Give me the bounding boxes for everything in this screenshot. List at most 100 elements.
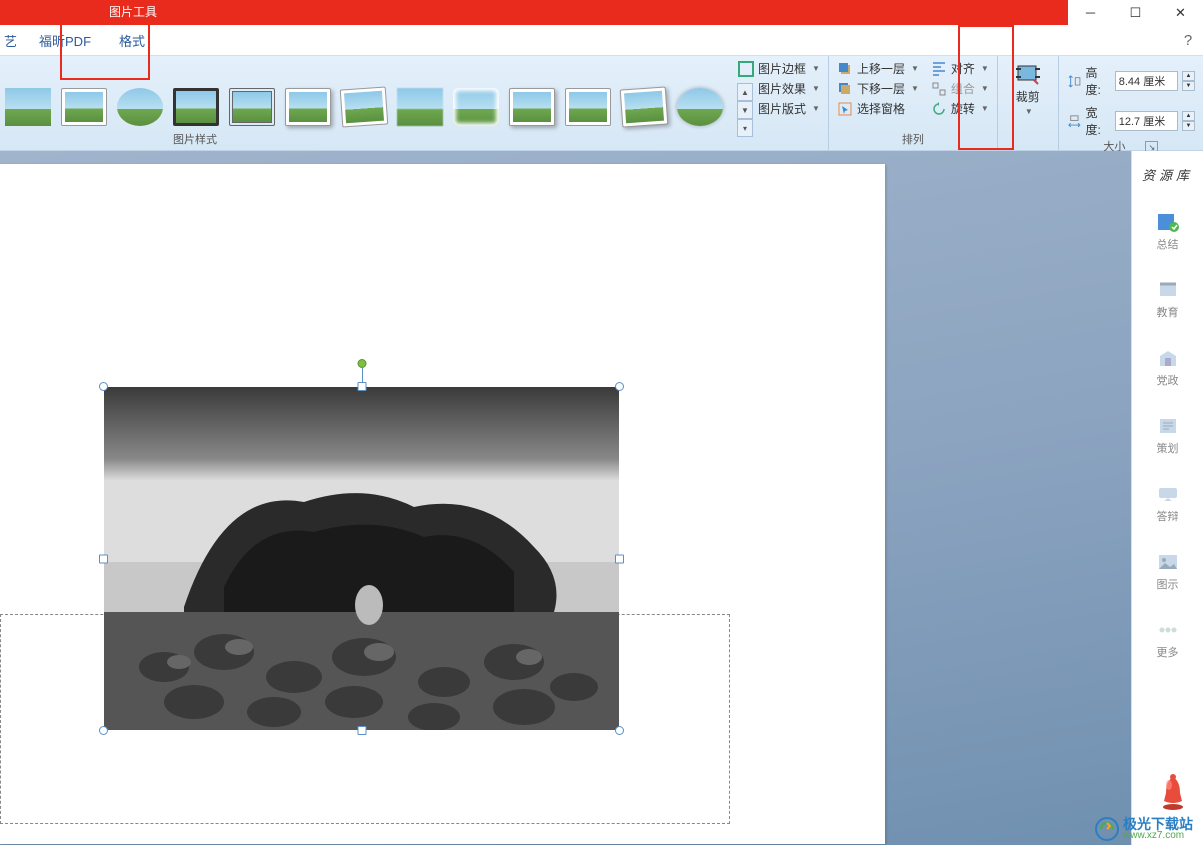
tab-partial[interactable]: 艺 bbox=[0, 25, 25, 55]
side-item-party[interactable]: 党政 bbox=[1132, 334, 1203, 402]
style-thumb-shadow-frame[interactable] bbox=[285, 88, 331, 126]
side-item-plan[interactable]: 策划 bbox=[1132, 402, 1203, 470]
party-icon bbox=[1156, 348, 1180, 368]
gallery-up-button[interactable]: ▲ bbox=[737, 83, 753, 101]
style-thumb-frame2[interactable] bbox=[565, 88, 611, 126]
resize-handle-br[interactable] bbox=[615, 726, 624, 735]
crop-section: 裁剪 ▼ bbox=[997, 56, 1058, 150]
height-up-button[interactable]: ▲ bbox=[1182, 71, 1195, 81]
side-label-education: 教育 bbox=[1157, 304, 1179, 320]
resize-handle-tl[interactable] bbox=[99, 382, 108, 391]
height-input[interactable]: 8.44 厘米 bbox=[1115, 71, 1178, 91]
border-icon bbox=[738, 61, 754, 77]
watermark-logo-icon bbox=[1095, 817, 1119, 841]
bring-forward-button[interactable]: 上移一层▼ bbox=[837, 60, 919, 77]
side-item-education[interactable]: 教育 bbox=[1132, 266, 1203, 334]
document-workspace bbox=[0, 151, 1131, 845]
side-label-summary: 总结 bbox=[1157, 236, 1179, 252]
bring-forward-label: 上移一层 bbox=[857, 60, 905, 77]
image-content bbox=[104, 387, 619, 730]
crop-label: 裁剪 bbox=[1016, 88, 1040, 105]
side-item-more[interactable]: 更多 bbox=[1132, 606, 1203, 674]
resize-handle-r[interactable] bbox=[615, 554, 624, 563]
height-down-button[interactable]: ▼ bbox=[1182, 81, 1195, 91]
selection-pane-icon bbox=[837, 101, 853, 117]
arrange-group-label: 排列 bbox=[837, 131, 989, 150]
resize-handle-l[interactable] bbox=[99, 554, 108, 563]
crop-icon bbox=[1014, 64, 1042, 86]
picture-border-label: 图片边框 bbox=[758, 60, 806, 77]
selected-image[interactable] bbox=[104, 387, 619, 730]
picture-styles-label: 图片样式 bbox=[0, 131, 390, 147]
style-thumb-soft[interactable] bbox=[397, 88, 443, 126]
height-spinner: ▲ ▼ bbox=[1182, 71, 1195, 91]
style-thumb-rounded[interactable] bbox=[453, 88, 499, 126]
notification-icon[interactable] bbox=[1158, 771, 1188, 811]
height-icon bbox=[1067, 73, 1082, 89]
side-item-gallery[interactable]: 图示 bbox=[1132, 538, 1203, 606]
style-thumb-black-frame[interactable] bbox=[173, 88, 219, 126]
width-input[interactable]: 12.7 厘米 bbox=[1115, 111, 1178, 131]
minimize-button[interactable]: ─ bbox=[1068, 0, 1113, 25]
width-spinner: ▲ ▼ bbox=[1182, 111, 1195, 131]
document-page[interactable] bbox=[0, 164, 885, 844]
picture-layout-label: 图片版式 bbox=[758, 100, 806, 117]
style-thumb-tilt-shadow[interactable] bbox=[620, 86, 669, 127]
resource-panel: 资源库 总结 教育 党政 策划 答辩 图示 更多 bbox=[1131, 151, 1203, 845]
align-icon bbox=[931, 61, 947, 77]
crop-dropdown-arrow[interactable]: ▼ bbox=[1025, 107, 1033, 116]
bring-forward-icon bbox=[837, 61, 853, 77]
rotate-button[interactable]: 旋转▼ bbox=[931, 100, 989, 117]
style-thumb-tilted[interactable] bbox=[340, 86, 389, 127]
side-label-gallery: 图示 bbox=[1157, 576, 1179, 592]
tab-foxit-pdf[interactable]: 福昕PDF bbox=[25, 25, 105, 55]
style-thumb-plain[interactable] bbox=[5, 88, 51, 126]
resource-panel-title: 资源库 bbox=[1142, 151, 1193, 198]
resize-handle-bl[interactable] bbox=[99, 726, 108, 735]
size-group: 高度: 8.44 厘米 ▲ ▼ 宽度: 12.7 厘米 ▲ ▼ 大小 ↘ bbox=[1058, 56, 1203, 150]
rotate-icon bbox=[931, 101, 947, 117]
side-label-party: 党政 bbox=[1157, 372, 1179, 388]
close-button[interactable]: ✕ bbox=[1158, 0, 1203, 25]
align-label: 对齐 bbox=[951, 60, 975, 77]
side-item-defense[interactable]: 答辩 bbox=[1132, 470, 1203, 538]
gallery-down-button[interactable]: ▼ bbox=[737, 101, 753, 119]
style-thumb-oval-soft[interactable] bbox=[677, 88, 723, 126]
width-up-button[interactable]: ▲ bbox=[1182, 111, 1195, 121]
resize-handle-tr[interactable] bbox=[615, 382, 624, 391]
gallery-scroll-buttons: ▲ ▼ ▾ bbox=[737, 83, 753, 137]
picture-border-button[interactable]: 图片边框▼ bbox=[738, 60, 820, 77]
summary-icon bbox=[1156, 212, 1180, 232]
group-button[interactable]: 组合▼ bbox=[931, 80, 989, 97]
rotate-label: 旋转 bbox=[951, 100, 975, 117]
side-label-plan: 策划 bbox=[1157, 440, 1179, 456]
education-icon bbox=[1156, 280, 1180, 300]
style-thumb-double-frame[interactable] bbox=[229, 88, 275, 126]
width-icon bbox=[1067, 113, 1082, 129]
selection-pane-button[interactable]: 选择窗格 bbox=[837, 100, 919, 117]
style-thumb-white-frame[interactable] bbox=[61, 88, 107, 126]
more-icon bbox=[1156, 620, 1180, 640]
rotate-handle[interactable] bbox=[357, 359, 366, 368]
tab-format[interactable]: 格式 bbox=[105, 25, 159, 55]
style-thumb-shadow2[interactable] bbox=[509, 88, 555, 126]
arrange-group: 上移一层▼ 对齐▼ 下移一层▼ 组合▼ 选择窗格 旋转▼ bbox=[828, 56, 997, 150]
send-backward-icon bbox=[837, 81, 853, 97]
send-backward-button[interactable]: 下移一层▼ bbox=[837, 80, 919, 97]
resize-handle-b[interactable] bbox=[357, 726, 366, 735]
side-label-more: 更多 bbox=[1157, 644, 1179, 660]
help-icon[interactable]: ? bbox=[1173, 28, 1203, 53]
resize-handle-t[interactable] bbox=[357, 382, 366, 391]
side-item-summary[interactable]: 总结 bbox=[1132, 198, 1203, 266]
width-down-button[interactable]: ▼ bbox=[1182, 121, 1195, 131]
picture-styles-gallery: ▲ ▼ ▾ 图片样式 bbox=[0, 56, 730, 150]
group-label: 组合 bbox=[951, 80, 975, 97]
watermark-title: 极光下载站 bbox=[1123, 817, 1193, 831]
crop-button[interactable]: 裁剪 ▼ bbox=[1006, 60, 1050, 120]
title-bar: 图片工具 ─ ☐ ✕ bbox=[0, 0, 1203, 25]
gallery-more-button[interactable]: ▾ bbox=[737, 119, 753, 137]
style-thumb-oval[interactable] bbox=[117, 88, 163, 126]
align-button[interactable]: 对齐▼ bbox=[931, 60, 989, 77]
maximize-button[interactable]: ☐ bbox=[1113, 0, 1158, 25]
width-label: 宽度: bbox=[1086, 104, 1111, 138]
